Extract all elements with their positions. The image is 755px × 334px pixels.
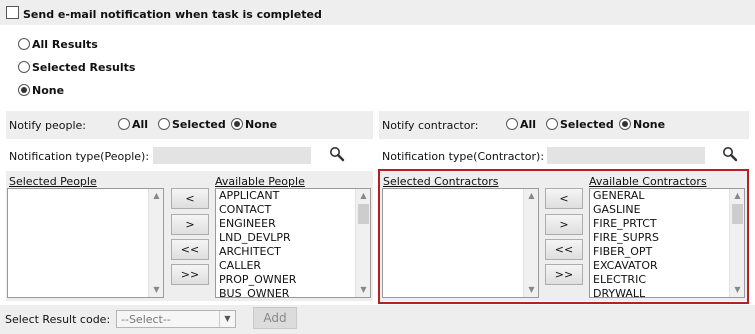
available-people-scrollbar[interactable]: ▲ ▼ [355,189,370,297]
email-notification-checkbox[interactable] [6,6,19,19]
radio-none-results-label: None [32,83,65,97]
selected-people-scrollbar[interactable]: ▲ ▼ [148,189,163,297]
radio-all-results-circle[interactable] [18,38,30,50]
radio-selected-results-circle[interactable] [18,61,30,73]
contractor-radio-all-label: All [520,117,537,131]
radio-all-results[interactable]: All Results [18,37,98,51]
available-people-items: APPLICANT CONTACT ENGINEER LND_DEVLPR ARCHIT… [216,189,370,297]
people-radio-all-circle[interactable] [118,118,130,130]
selected-people-label: Selected People [9,175,97,188]
people-notification-type-field[interactable] [153,147,311,164]
contractor-radio-selected-circle[interactable] [546,118,558,130]
people-radio-none[interactable]: None [231,117,277,131]
people-move-all-right-button[interactable]: >> [171,264,209,285]
people-list-item[interactable]: PROP_OWNER [216,273,370,287]
people-radio-none-label: None [245,117,278,131]
people-radio-all[interactable]: All [118,117,148,131]
result-code-label: Select Result code: [5,313,111,326]
result-code-selected-value: --Select-- [121,313,171,326]
result-code-band [0,305,755,334]
people-move-right-button[interactable]: > [171,214,209,235]
people-list-item[interactable]: BUS_OWNER [216,287,370,297]
contractor-radio-selected[interactable]: Selected [546,117,614,131]
radio-all-results-label: All Results [32,37,98,51]
people-list-item[interactable]: CONTACT [216,203,370,217]
contractor-radio-selected-label: Selected [560,117,614,131]
notify-contractor-label: Notify contractor: [382,119,479,132]
email-notification-label: Send e-mail notification when task is co… [23,8,322,21]
available-people-list[interactable]: APPLICANT CONTACT ENGINEER LND_DEVLPR ARCHIT… [215,188,371,298]
people-radio-selected-circle[interactable] [158,118,170,130]
contractor-radio-none-label: None [633,117,666,131]
people-radio-selected-label: Selected [172,117,226,131]
contractor-radio-all-circle[interactable] [506,118,518,130]
people-search-icon[interactable] [329,146,345,162]
contractor-radio-none-circle[interactable] [619,118,631,130]
result-code-select[interactable]: --Select-- ▼ [116,310,236,328]
selected-people-list[interactable]: ▲ ▼ [7,188,164,298]
people-notification-type-label: Notification type(People): [9,150,150,163]
contractor-radio-all[interactable]: All [506,117,536,131]
chevron-down-icon[interactable]: ▼ [219,311,235,327]
contractor-notification-type-field[interactable] [547,147,705,164]
contractors-highlight-frame [378,169,749,304]
people-radio-selected[interactable]: Selected [158,117,226,131]
people-move-all-left-button[interactable]: << [171,239,209,260]
radio-selected-results[interactable]: Selected Results [18,60,135,74]
people-radio-all-label: All [132,117,149,131]
people-list-item[interactable]: CALLER [216,259,370,273]
contractor-search-icon[interactable] [722,146,738,162]
people-list-item[interactable]: APPLICANT [216,189,370,203]
radio-none-results-circle[interactable] [18,84,30,96]
radio-selected-results-label: Selected Results [32,60,136,74]
people-list-item[interactable]: ARCHITECT [216,245,370,259]
people-list-item[interactable]: LND_DEVLPR [216,231,370,245]
contractor-radio-none[interactable]: None [619,117,665,131]
available-people-label: Available People [215,175,305,188]
add-button[interactable]: Add [253,307,297,329]
people-list-item[interactable]: ENGINEER [216,217,370,231]
contractor-notification-type-label: Notification type(Contractor): [382,150,545,163]
people-radio-none-circle[interactable] [231,118,243,130]
people-move-left-button[interactable]: < [171,188,209,209]
radio-none-results[interactable]: None [18,83,64,97]
notify-people-label: Notify people: [9,119,87,132]
